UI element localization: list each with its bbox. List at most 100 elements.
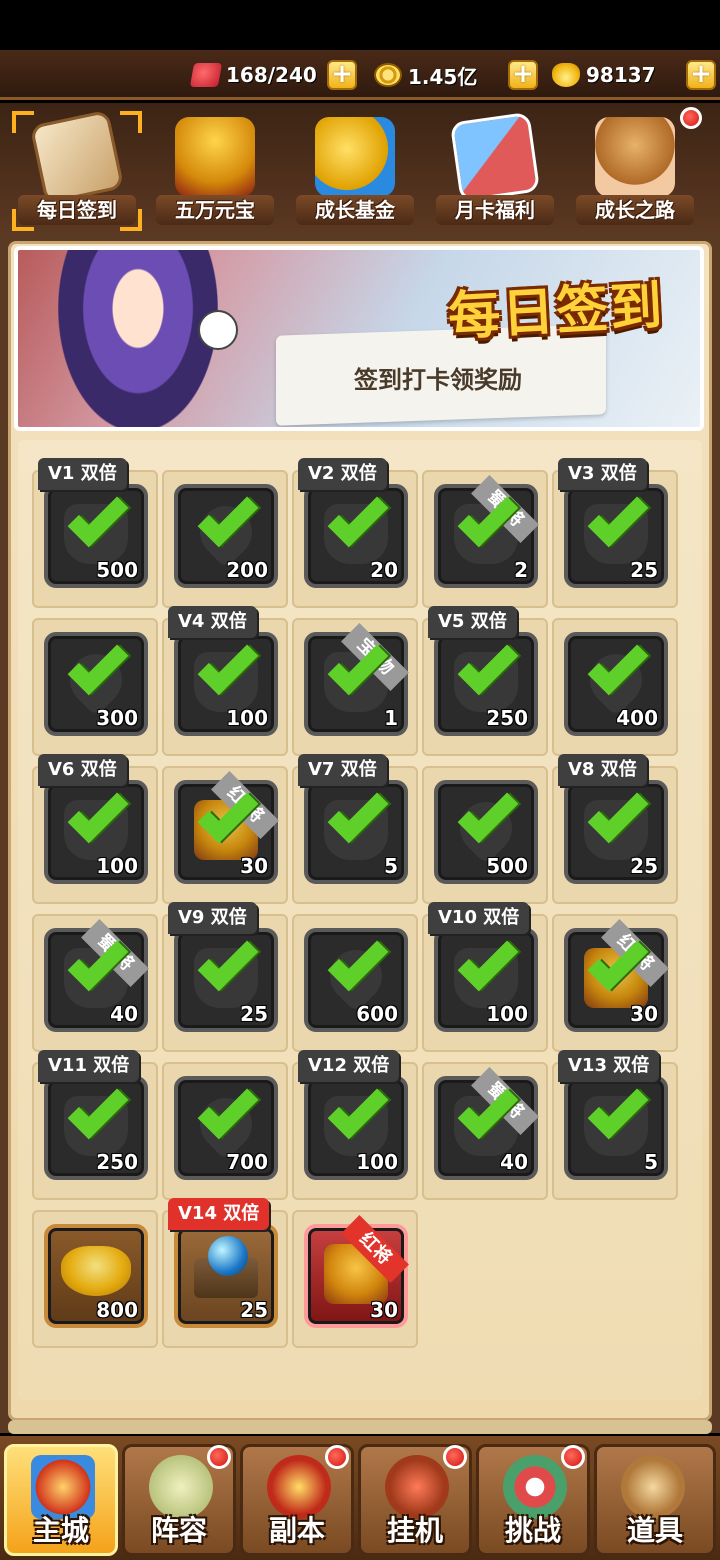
nav-challenge[interactable]: 挑战 bbox=[476, 1444, 590, 1556]
reward-cell[interactable]: 蜀 将2 bbox=[422, 470, 548, 608]
reward-cell[interactable]: 500 bbox=[422, 766, 548, 904]
reward-quantity: 100 bbox=[226, 706, 268, 730]
reward-quantity: 40 bbox=[500, 1150, 528, 1174]
vip-double-tag: V12 双倍 bbox=[298, 1050, 400, 1082]
reward-cell[interactable]: 100 V10 双倍 bbox=[422, 902, 548, 1052]
nav-idle[interactable]: 挂机 bbox=[358, 1444, 472, 1556]
gold-display: 98137 bbox=[552, 60, 656, 90]
gold-ingot-icon bbox=[552, 63, 580, 87]
reward-item-icon: 蜀 将2 bbox=[434, 475, 539, 588]
notification-dot bbox=[443, 1445, 467, 1469]
reward-quantity: 5 bbox=[644, 1150, 658, 1174]
notification-dot bbox=[680, 107, 702, 129]
nav-label: 挑战 bbox=[504, 1514, 561, 1547]
reward-cell[interactable]: 红 将 30 bbox=[162, 766, 288, 904]
notification-dot bbox=[561, 1445, 585, 1469]
banner-title: 每日签到 bbox=[446, 276, 666, 348]
reward-cell[interactable]: 100 V6 双倍 bbox=[32, 754, 158, 904]
reward-cell[interactable]: 100 V12 双倍 bbox=[292, 1050, 418, 1200]
add-stamina-button[interactable]: + bbox=[327, 60, 357, 90]
reward-quantity: 30 bbox=[370, 1298, 398, 1322]
selection-corner bbox=[12, 111, 34, 133]
reward-quantity: 20 bbox=[370, 558, 398, 582]
reward-quantity: 800 bbox=[96, 1298, 138, 1322]
reward-cell[interactable]: 25 V8 双倍 bbox=[552, 754, 678, 904]
reward-cell[interactable]: 25 V9 双倍 bbox=[162, 902, 288, 1052]
reward-item-icon: 700 bbox=[174, 1076, 278, 1180]
menu-label: 每日签到 bbox=[18, 195, 136, 225]
reward-quantity: 30 bbox=[630, 1002, 658, 1026]
nav-label: 副本 bbox=[268, 1514, 325, 1547]
reward-cell[interactable]: 5 V7 双倍 bbox=[292, 754, 418, 904]
reward-item-icon: 100 bbox=[434, 928, 538, 1032]
reward-cell[interactable]: 200 bbox=[162, 470, 288, 608]
nav-team[interactable]: 阵容 bbox=[122, 1444, 236, 1556]
vip-double-tag: V14 双倍 bbox=[168, 1198, 270, 1230]
reward-item-icon: 100 bbox=[44, 780, 148, 884]
add-coins-button[interactable]: + bbox=[508, 60, 538, 90]
menu-growth-fund[interactable]: 成长基金 bbox=[290, 111, 420, 231]
reward-item-icon: 250 bbox=[434, 632, 538, 736]
reward-item-icon: 蜀 将 40 bbox=[44, 919, 149, 1032]
reward-item-icon: 蜀 将 40 bbox=[434, 1067, 539, 1180]
resource-bar: 168/240 + 1.45亿 + 98137 + bbox=[0, 50, 720, 100]
banner-subtitle: 签到打卡领奖励 bbox=[354, 366, 522, 394]
reward-cell[interactable]: 700 bbox=[162, 1062, 288, 1200]
vip-double-tag: V9 双倍 bbox=[168, 902, 257, 934]
reward-cell[interactable]: 蜀 将 40 bbox=[422, 1062, 548, 1200]
gold-value: 98137 bbox=[586, 63, 656, 87]
reward-item-icon: 250 bbox=[44, 1076, 148, 1180]
reward-quantity: 5 bbox=[384, 854, 398, 878]
reward-quantity: 500 bbox=[96, 558, 138, 582]
reward-cell[interactable]: 800 bbox=[32, 1210, 158, 1348]
reward-cell[interactable]: 蜀 将 40 bbox=[32, 914, 158, 1052]
stamina-display: 168/240 bbox=[189, 60, 317, 90]
reward-item-icon: 宝 物1 bbox=[304, 623, 409, 736]
reward-cell[interactable]: 250 V5 双倍 bbox=[422, 606, 548, 756]
menu-label: 五万元宝 bbox=[156, 195, 274, 225]
menu-daily-sign-in[interactable]: 每日签到 bbox=[12, 109, 142, 231]
reward-cell[interactable]: 400 bbox=[552, 618, 678, 756]
reward-cell[interactable]: 红 将 30 bbox=[552, 914, 678, 1052]
reward-cell[interactable]: 25 V14 双倍 bbox=[162, 1198, 288, 1348]
reward-cell[interactable]: 宝 物1 bbox=[292, 618, 418, 756]
reward-quantity: 2 bbox=[514, 558, 528, 582]
notification-dot bbox=[207, 1445, 231, 1469]
reward-item-icon: 红 将 30 bbox=[174, 771, 279, 884]
nav-main-city[interactable]: 主城 bbox=[4, 1444, 118, 1556]
reward-cell[interactable]: 25 V3 双倍 bbox=[552, 458, 678, 608]
reward-cell[interactable]: 20 V2 双倍 bbox=[292, 458, 418, 608]
reward-cell[interactable]: 100 V4 双倍 bbox=[162, 606, 288, 756]
reward-item-icon: 300 bbox=[44, 632, 148, 736]
reward-quantity: 1 bbox=[384, 706, 398, 730]
bottom-navigation: 主城 阵容 副本 挂机 挑战 道具 bbox=[0, 1436, 720, 1560]
reward-quantity: 40 bbox=[110, 1002, 138, 1026]
menu-growth-road[interactable]: 成长之路 bbox=[570, 107, 702, 231]
reward-quantity: 200 bbox=[226, 558, 268, 582]
reward-cell[interactable]: 250 V11 双倍 bbox=[32, 1050, 158, 1200]
stamina-value: 168/240 bbox=[226, 63, 317, 87]
reward-cell[interactable]: 红将 30 bbox=[292, 1210, 418, 1348]
growth-road-icon bbox=[595, 117, 675, 197]
notification-dot bbox=[325, 1445, 349, 1469]
nav-label: 道具 bbox=[626, 1514, 683, 1547]
menu-label: 月卡福利 bbox=[436, 195, 554, 225]
reward-cell[interactable]: 500 V1 双倍 bbox=[32, 458, 158, 608]
nav-dungeon[interactable]: 副本 bbox=[240, 1444, 354, 1556]
nav-label: 挂机 bbox=[386, 1514, 443, 1547]
menu-month-card[interactable]: 月卡福利 bbox=[430, 111, 560, 231]
reward-item-icon: 25 bbox=[564, 484, 668, 588]
nav-items[interactable]: 道具 bbox=[594, 1444, 716, 1556]
status-bar bbox=[0, 0, 720, 50]
scroll-bottom-edge bbox=[8, 1420, 712, 1434]
reward-quantity: 100 bbox=[486, 1002, 528, 1026]
selection-corner bbox=[120, 111, 142, 133]
reward-item-icon: 400 bbox=[564, 632, 668, 736]
reward-cell[interactable]: 600 bbox=[292, 914, 418, 1052]
add-gold-button[interactable]: + bbox=[686, 60, 716, 90]
reward-item-icon: 5 bbox=[304, 780, 408, 884]
reward-cell[interactable]: 300 bbox=[32, 618, 158, 756]
reward-cell[interactable]: 5 V13 双倍 bbox=[552, 1050, 678, 1200]
reward-item-icon: 600 bbox=[304, 928, 408, 1032]
menu-fifty-thousand-yuanbao[interactable]: 五万元宝 bbox=[150, 111, 280, 231]
